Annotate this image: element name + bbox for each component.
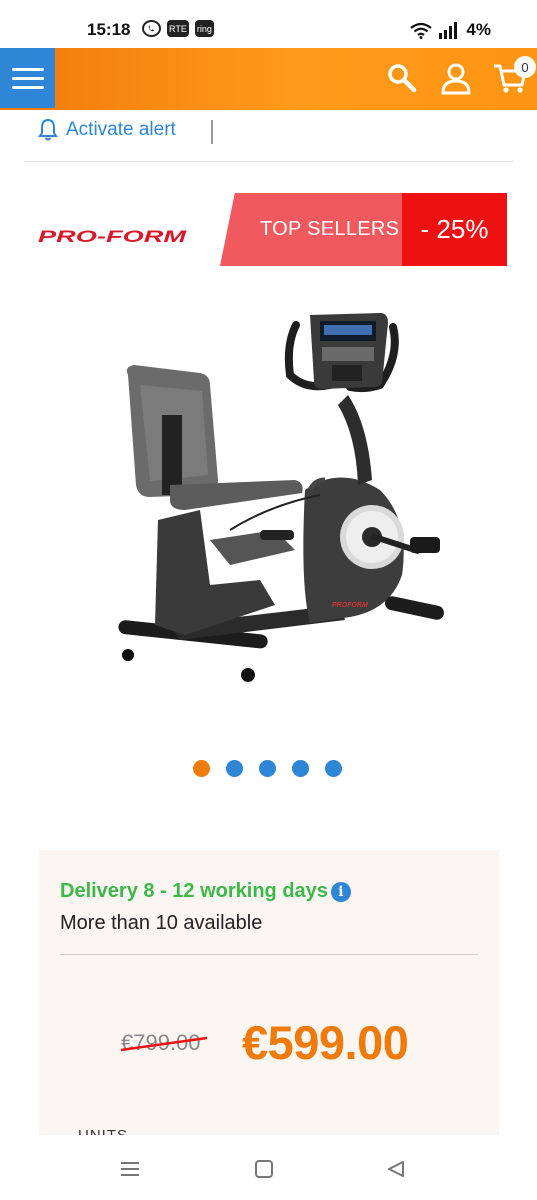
activate-alert-label: Activate alert (66, 119, 176, 140)
divider (24, 161, 514, 162)
user-icon (441, 63, 471, 95)
top-sellers-label: TOP SELLERS (260, 218, 400, 240)
search-button[interactable] (382, 58, 422, 98)
cart-count-badge: 0 (514, 56, 536, 78)
current-price: €599.00 (242, 1016, 409, 1069)
price-strikethrough (120, 1036, 208, 1052)
wifi-icon (410, 22, 433, 39)
recent-apps-button[interactable] (118, 1157, 142, 1181)
brand-logo-text: PRO-FORM (38, 227, 187, 246)
status-bar: 15:18 RTE ring 4% (0, 0, 537, 48)
back-icon (388, 1161, 404, 1177)
delivery-info: Delivery 8 - 12 working days i (60, 880, 351, 903)
carousel-dot[interactable] (193, 760, 210, 777)
bell-icon (38, 118, 58, 141)
purchase-info-card: Delivery 8 - 12 working days i More than… (39, 850, 499, 1144)
carousel-dot[interactable] (292, 760, 309, 777)
account-button[interactable] (436, 58, 476, 98)
hamburger-menu-button[interactable] (0, 48, 55, 108)
alert-separator (211, 120, 213, 144)
cart-button[interactable]: 0 (490, 56, 536, 98)
back-button[interactable] (384, 1157, 408, 1181)
carousel-dot[interactable] (259, 760, 276, 777)
whatsapp-icon (142, 20, 161, 37)
product-image[interactable]: PROFORM (110, 305, 450, 695)
ring-icon: ring (194, 20, 214, 37)
home-icon (255, 1160, 273, 1178)
discount-badge: - 25% (402, 193, 507, 266)
recent-apps-icon (121, 1162, 139, 1176)
carousel-dots (193, 760, 342, 777)
app-header: 0 (0, 48, 537, 110)
stock-availability: More than 10 available (60, 912, 263, 934)
recumbent-exercise-bike-image: PROFORM (118, 313, 444, 682)
activate-alert-link[interactable]: Activate alert (38, 118, 176, 142)
brand-logo: PRO-FORM (38, 220, 188, 255)
divider (60, 954, 478, 955)
hamburger-icon-line (11, 76, 44, 80)
home-button[interactable] (252, 1157, 276, 1181)
svg-text:PROFORM: PROFORM (332, 602, 368, 609)
carousel-dot[interactable] (226, 760, 243, 777)
system-nav-bar (0, 1135, 537, 1200)
info-icon[interactable]: i (330, 881, 351, 902)
carousel-dot[interactable] (325, 760, 342, 777)
signal-icon (439, 21, 458, 39)
hamburger-icon-line (11, 85, 44, 89)
notification-icons: RTE ring (142, 20, 214, 37)
status-right: 4% (410, 20, 491, 40)
hamburger-icon (11, 67, 44, 71)
status-time: 15:18 (87, 20, 131, 39)
delivery-label: Delivery 8 - 12 working days (60, 880, 328, 902)
battery-level: 4% (466, 20, 491, 39)
rte-icon: RTE (167, 20, 189, 37)
search-icon (388, 64, 417, 93)
